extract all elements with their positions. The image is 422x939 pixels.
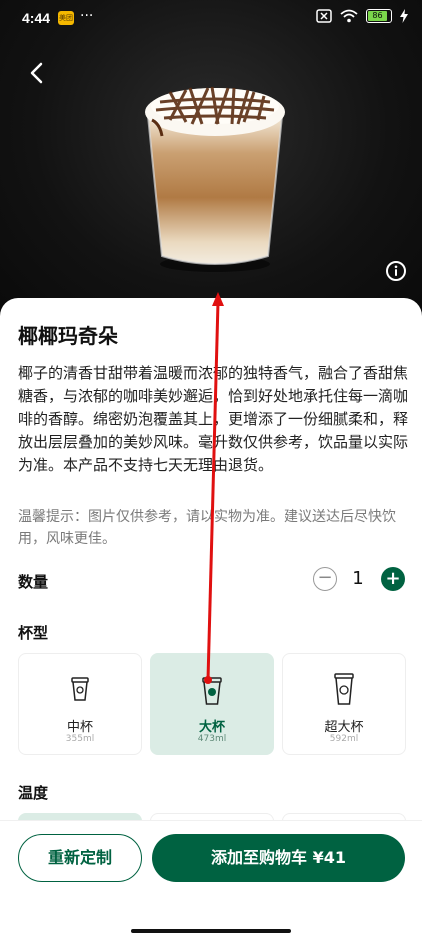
status-more-icon: ··· [80,8,94,24]
battery-icon: 86 [366,9,392,23]
cup-option-large[interactable]: 大杯 473ml [150,653,274,755]
sim-icon [316,9,332,23]
status-time: 4:44 [22,10,51,26]
macchiato-drink-image [145,86,285,272]
product-title: 椰椰玛奇朵 [18,324,118,348]
status-icons: 86 [316,9,408,23]
info-icon[interactable] [385,260,407,282]
cup-medium-icon [71,677,89,701]
cup-option-venti[interactable]: 超大杯 592ml [282,653,406,755]
reset-customization-button[interactable]: 重新定制 [18,834,142,882]
quantity-minus-button[interactable]: − [313,567,337,591]
charging-icon [400,9,408,23]
app-badge-icon: 美团 [58,11,74,25]
product-hero-image: 4:44 美团 ··· 86 [0,0,422,320]
wifi-icon [340,9,358,23]
cup-venti-icon [334,673,354,705]
quantity-label: 数量 [18,573,49,591]
status-bar: 4:44 美团 ··· 86 [0,0,422,38]
cup-large-icon [202,677,222,705]
cup-option-volume: 592ml [329,734,359,744]
cup-option-name: 大杯 [198,720,225,735]
quantity-value: 1 [352,568,364,589]
cup-option-medium[interactable]: 中杯 355ml [18,653,142,755]
cup-option-name: 超大杯 [324,720,364,735]
bottom-action-bar: 重新定制 添加至购物车 ¥41 [0,820,422,939]
add-to-cart-button[interactable]: 添加至购物车 ¥41 [152,834,405,882]
product-description: 椰子的清香甘甜带着温暖而浓郁的独特香气，融合了香甜焦糖香，与浓郁的咖啡美妙邂逅，… [18,364,409,474]
temperature-label: 温度 [18,784,49,802]
cup-size-label: 杯型 [18,624,49,642]
cup-option-volume: 473ml [197,734,227,744]
quantity-plus-button[interactable]: + [381,567,405,591]
cup-option-volume: 355ml [65,734,95,744]
back-icon[interactable] [22,58,52,88]
product-tip: 温馨提示：图片仅供参考，请以实物为准。建议送达后尽快饮用，风味更佳。 [18,509,396,547]
cup-option-name: 中杯 [66,720,93,735]
home-indicator [131,929,291,933]
